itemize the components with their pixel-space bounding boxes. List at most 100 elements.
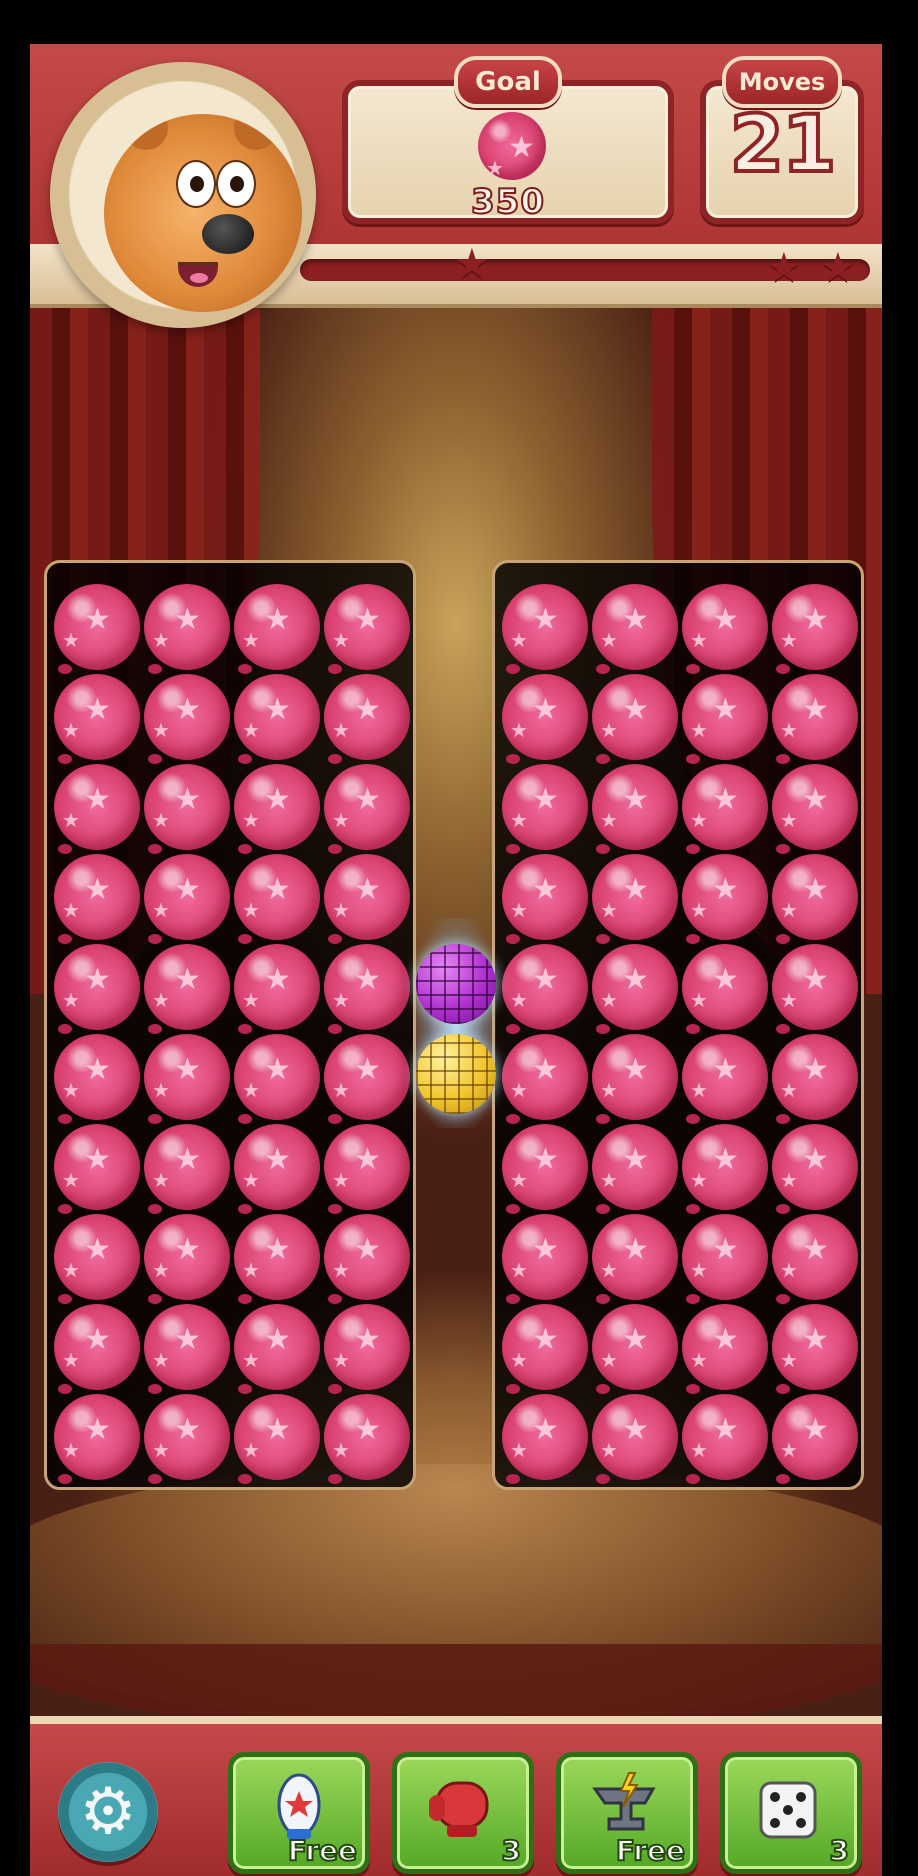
balloon-left-r2-c4[interactable] bbox=[324, 674, 410, 764]
balloon-left-r1-c2[interactable] bbox=[144, 584, 230, 674]
balloon-left-r8-c2[interactable] bbox=[144, 1214, 230, 1304]
dice-icon bbox=[759, 1781, 817, 1839]
balloon-left-r10-c1[interactable] bbox=[54, 1394, 140, 1484]
balloon-right-r4-c2[interactable] bbox=[592, 854, 678, 944]
balloon-left-r6-c4[interactable] bbox=[324, 1034, 410, 1124]
boxing-glove-booster-button[interactable]: 3 bbox=[392, 1752, 534, 1874]
balloon-right-r4-c1[interactable] bbox=[502, 854, 588, 944]
balloon-right-r4-c3[interactable] bbox=[682, 854, 768, 944]
balloon-knot bbox=[58, 1114, 72, 1124]
balloon-right-r7-c1[interactable] bbox=[502, 1124, 588, 1214]
balloon-right-r4-c4[interactable] bbox=[772, 854, 858, 944]
balloon-left-r8-c1[interactable] bbox=[54, 1214, 140, 1304]
balloon-left-r9-c2[interactable] bbox=[144, 1304, 230, 1394]
balloon-left-r10-c4[interactable] bbox=[324, 1394, 410, 1484]
balloon-left-r10-c2[interactable] bbox=[144, 1394, 230, 1484]
balloon-left-r5-c2[interactable] bbox=[144, 944, 230, 1034]
balloon-left-r7-c1[interactable] bbox=[54, 1124, 140, 1214]
balloon-right-r5-c3[interactable] bbox=[682, 944, 768, 1034]
dice-booster-button[interactable]: 3 bbox=[720, 1752, 862, 1874]
balloon-right-r8-c1[interactable] bbox=[502, 1214, 588, 1304]
balloon-left-r3-c2[interactable] bbox=[144, 764, 230, 854]
purple-disco-ball-icon[interactable] bbox=[416, 944, 496, 1024]
balloon-left-r1-c3[interactable] bbox=[234, 584, 320, 674]
balloon-left-r2-c3[interactable] bbox=[234, 674, 320, 764]
balloon-left-r2-c1[interactable] bbox=[54, 674, 140, 764]
balloon-right-r9-c4[interactable] bbox=[772, 1304, 858, 1394]
balloon-left-r3-c4[interactable] bbox=[324, 764, 410, 854]
balloon-right-r9-c2[interactable] bbox=[592, 1304, 678, 1394]
balloon-left-r4-c1[interactable] bbox=[54, 854, 140, 944]
rocket-booster-button[interactable]: Free bbox=[228, 1752, 370, 1874]
yellow-disco-ball-icon[interactable] bbox=[416, 1034, 496, 1114]
balloon-left-r6-c1[interactable] bbox=[54, 1034, 140, 1124]
balloon-knot bbox=[238, 1474, 252, 1484]
balloon-left-r10-c3[interactable] bbox=[234, 1394, 320, 1484]
balloon-knot bbox=[596, 1204, 610, 1214]
balloon-left-r5-c4[interactable] bbox=[324, 944, 410, 1034]
balloon-right-r6-c4[interactable] bbox=[772, 1034, 858, 1124]
balloon-right-r10-c3[interactable] bbox=[682, 1394, 768, 1484]
balloon-right-r2-c3[interactable] bbox=[682, 674, 768, 764]
balloon-knot bbox=[328, 934, 342, 944]
balloon-right-r8-c2[interactable] bbox=[592, 1214, 678, 1304]
balloon-right-r5-c4[interactable] bbox=[772, 944, 858, 1034]
bear-eye-left bbox=[176, 160, 216, 208]
balloon-knot bbox=[776, 844, 790, 854]
balloon-right-r9-c3[interactable] bbox=[682, 1304, 768, 1394]
balloon-right-r3-c1[interactable] bbox=[502, 764, 588, 854]
balloon-right-r8-c4[interactable] bbox=[772, 1214, 858, 1304]
balloon-left-r5-c3[interactable] bbox=[234, 944, 320, 1034]
balloon-knot bbox=[596, 844, 610, 854]
balloon-right-r2-c2[interactable] bbox=[592, 674, 678, 764]
balloon-right-r3-c2[interactable] bbox=[592, 764, 678, 854]
balloon-right-r6-c2[interactable] bbox=[592, 1034, 678, 1124]
balloon-left-r7-c4[interactable] bbox=[324, 1124, 410, 1214]
balloon-right-r1-c1[interactable] bbox=[502, 584, 588, 674]
settings-button[interactable]: ⚙ bbox=[58, 1762, 158, 1862]
balloon-right-r5-c2[interactable] bbox=[592, 944, 678, 1034]
balloon-knot bbox=[506, 1204, 520, 1214]
balloon-left-r1-c4[interactable] bbox=[324, 584, 410, 674]
balloon-right-r1-c4[interactable] bbox=[772, 584, 858, 674]
balloon-left-r9-c3[interactable] bbox=[234, 1304, 320, 1394]
balloon-right-r6-c3[interactable] bbox=[682, 1034, 768, 1124]
balloon-left-r8-c3[interactable] bbox=[234, 1214, 320, 1304]
balloon-left-r9-c4[interactable] bbox=[324, 1304, 410, 1394]
balloon-right-r7-c3[interactable] bbox=[682, 1124, 768, 1214]
balloon-right-r10-c2[interactable] bbox=[592, 1394, 678, 1484]
balloon-right-r2-c4[interactable] bbox=[772, 674, 858, 764]
balloon-left-r3-c1[interactable] bbox=[54, 764, 140, 854]
balloon-right-r8-c3[interactable] bbox=[682, 1214, 768, 1304]
balloon-right-r10-c1[interactable] bbox=[502, 1394, 588, 1484]
balloon-right-r2-c1[interactable] bbox=[502, 674, 588, 764]
balloon-left-r4-c3[interactable] bbox=[234, 854, 320, 944]
balloon-left-r4-c4[interactable] bbox=[324, 854, 410, 944]
balloon-left-r6-c2[interactable] bbox=[144, 1034, 230, 1124]
balloon-right-r10-c4[interactable] bbox=[772, 1394, 858, 1484]
balloon-left-r9-c1[interactable] bbox=[54, 1304, 140, 1394]
balloon-left-r4-c2[interactable] bbox=[144, 854, 230, 944]
boxing-glove-icon bbox=[429, 1781, 489, 1837]
balloon-left-r7-c2[interactable] bbox=[144, 1124, 230, 1214]
balloon-knot bbox=[328, 844, 342, 854]
balloon-left-r8-c4[interactable] bbox=[324, 1214, 410, 1304]
balloon-left-r7-c3[interactable] bbox=[234, 1124, 320, 1214]
balloon-right-r7-c4[interactable] bbox=[772, 1124, 858, 1214]
balloon-right-r1-c2[interactable] bbox=[592, 584, 678, 674]
balloon-knot bbox=[238, 1204, 252, 1214]
balloon-right-r7-c2[interactable] bbox=[592, 1124, 678, 1214]
balloon-right-r6-c1[interactable] bbox=[502, 1034, 588, 1124]
balloon-left-r6-c3[interactable] bbox=[234, 1034, 320, 1124]
balloon-right-r3-c4[interactable] bbox=[772, 764, 858, 854]
balloon-left-r3-c3[interactable] bbox=[234, 764, 320, 854]
balloon-right-r1-c3[interactable] bbox=[682, 584, 768, 674]
balloon-right-r3-c3[interactable] bbox=[682, 764, 768, 854]
balloon-left-r1-c1[interactable] bbox=[54, 584, 140, 674]
balloon-left-r5-c1[interactable] bbox=[54, 944, 140, 1034]
balloon-left-r2-c2[interactable] bbox=[144, 674, 230, 764]
balloon-right-r9-c1[interactable] bbox=[502, 1304, 588, 1394]
anvil-booster-button[interactable]: Free bbox=[556, 1752, 698, 1874]
balloon-right-r5-c1[interactable] bbox=[502, 944, 588, 1034]
balloon-knot bbox=[506, 1384, 520, 1394]
